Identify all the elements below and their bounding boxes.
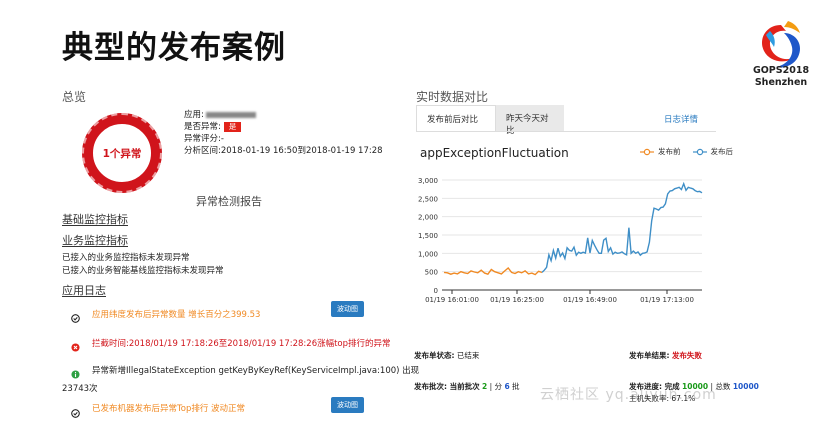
batch-sep: | 分 [489,382,503,391]
slide-title: 典型的发布案例 [62,30,286,66]
progress-total: 10000 [732,382,759,391]
series-after-line [541,181,703,273]
overview-label: 总览 [62,90,87,104]
y-tick-label: 1,000 [418,250,438,258]
fluctuation-button-1[interactable]: 波动图 [331,301,364,317]
x-tick-label: 01/19 16:01:00 [425,296,479,304]
y-tick-label: 2,000 [418,214,438,222]
y-tick-label: 500 [425,269,438,277]
legend-before: 发布前 [658,147,681,156]
app-label: 应用: [184,110,204,120]
result-label: 发布单结果: [629,351,670,360]
log-item-4: 已发布机器发布后异常Top排行 波动正常 [92,404,246,414]
batch-total: 6 [504,382,510,391]
fluctuation-button-2[interactable]: 波动图 [331,397,364,413]
report-title: 异常检测报告 [196,195,262,208]
tab-divider [416,131,716,132]
check-icon-2 [71,403,80,422]
basic-metrics-link[interactable]: 基础监控指标 [62,211,128,227]
realtime-label: 实时数据对比 [416,90,489,104]
watermark: 云栖社区 yq.aliyun.com [540,387,717,403]
status-row: 发布单状态: 已结束 [414,350,479,361]
batch-label: 发布批次: 当前批次 [414,382,480,391]
log-item-3: 异常新增IllegalStateException getKeyByKeyRef… [92,366,420,376]
legend-after: 发布后 [710,147,734,156]
batch-row: 发布批次: 当前批次 2 | 分 6 批 [414,381,520,392]
info-icon [71,364,80,383]
y-tick-label: 2,500 [418,195,438,203]
score-label: 异常评分:- [184,134,224,144]
report-line-2: 已接入的业务智能基线监控指标未发现异常 [62,266,224,276]
abnormal-label: 是否异常: [184,122,221,132]
log-item-3-cont: 23743次 [62,384,98,394]
business-metrics-link[interactable]: 业务监控指标 [62,232,128,248]
app-logs-link[interactable]: 应用日志 [62,282,106,298]
x-tick-label: 01/19 17:13:00 [640,296,694,304]
y-tick-label: 0 [434,287,438,295]
result-row: 发布单结果: 发布失败 [629,350,702,361]
app-row: 应用: [184,109,256,121]
log-item-1: 应用纬度发布后异常数量 增长百分之399.53 [92,310,261,320]
status-label: 发布单状态: [414,351,455,360]
y-tick-label: 3,000 [418,177,438,185]
redacted-app-name [205,111,256,118]
ring-label: 1个异常 [102,147,142,160]
logo-text: GOPS2018 Shenzhen [744,65,818,89]
x-tick-label: 01/19 16:49:00 [563,296,617,304]
chart-title: appExceptionFluctuation [420,146,569,160]
logo-line2: Shenzhen [754,77,808,88]
error-icon [71,337,80,356]
tab-yesterday-today[interactable]: 昨天今天对比 [496,105,564,136]
logo-line1: GOPS2018 [752,65,810,76]
range-label: 分析区间:2018-01-19 16:50到2018-01-19 17:28 [184,146,383,156]
batch-current: 2 [482,382,488,391]
x-tick-label: 01/19 16:25:00 [490,296,544,304]
y-tick-label: 1,500 [418,232,438,240]
chart-legend: 发布前 发布后 [640,146,733,157]
exception-chart: 3,000 2,500 2,000 1,500 1,000 500 001/19 16:01… [418,177,703,304]
check-icon [71,308,80,327]
report-line-1: 已接入的业务监控指标未发现异常 [62,253,190,263]
log-item-2: 拦截时间:2018/01/19 17:18:26至2018/01/19 17:2… [92,339,391,349]
abnormal-badge: 是 [223,122,242,132]
result-value: 发布失败 [671,351,702,360]
log-details-link[interactable]: 日志详情 [664,113,698,125]
batch-unit: 批 [512,382,520,391]
anomaly-ring: 1个异常 [82,113,162,193]
status-value: 已结束 [456,351,480,360]
tab-before-after[interactable]: 发布前后对比 [416,105,496,132]
abnormal-row: 是否异常: 是 [184,121,242,133]
